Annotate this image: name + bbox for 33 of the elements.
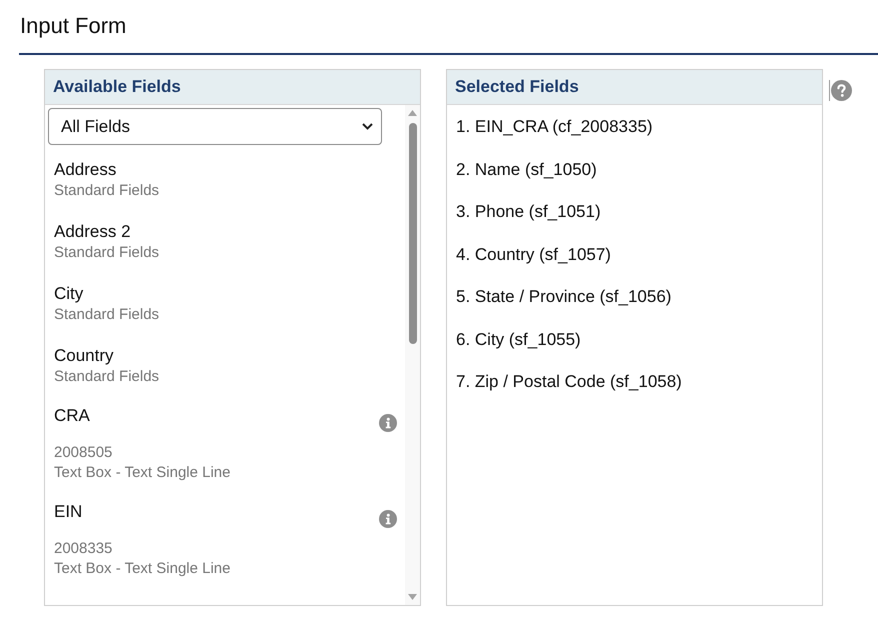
- scroll-down-icon[interactable]: [408, 594, 417, 600]
- selected-field[interactable]: 6. City (sf_1055): [456, 328, 581, 351]
- field-name[interactable]: City: [54, 283, 84, 305]
- field-category: Standard Fields: [54, 305, 160, 325]
- selected-field[interactable]: 2. Name (sf_1050): [456, 158, 597, 181]
- panel-title: Selected Fields: [455, 76, 579, 98]
- field-name[interactable]: Address 2: [54, 221, 131, 243]
- field-name[interactable]: Country: [54, 345, 114, 367]
- field-type: Text Box - Text Single Line: [54, 559, 230, 579]
- scroll-up-icon[interactable]: [408, 110, 417, 116]
- scrollbar-thumb[interactable]: [408, 123, 416, 344]
- field-category: Standard Fields: [54, 367, 160, 387]
- info-icon[interactable]: [379, 510, 397, 528]
- chevron-down-icon: [362, 123, 373, 130]
- page-title: Input Form: [20, 12, 126, 40]
- selected-field[interactable]: 3. Phone (sf_1051): [456, 201, 601, 224]
- field-name[interactable]: Address: [54, 159, 116, 181]
- field-name[interactable]: EIN: [54, 501, 82, 523]
- help-icon[interactable]: [831, 80, 852, 101]
- field-id: 2008505: [54, 443, 112, 463]
- filter-dropdown[interactable]: All Fields: [48, 108, 382, 145]
- selected-field[interactable]: 7. Zip / Postal Code (sf_1058): [456, 371, 682, 394]
- field-name[interactable]: CRA: [54, 405, 90, 427]
- info-icon[interactable]: [379, 414, 397, 432]
- panel-title: Available Fields: [53, 76, 181, 98]
- selected-field[interactable]: 4. Country (sf_1057): [456, 244, 611, 266]
- selected-field[interactable]: 1. EIN_CRA (cf_2008335): [456, 116, 653, 138]
- field-category: Standard Fields: [54, 243, 160, 263]
- field-id: 2008335: [54, 539, 112, 559]
- scrollbar[interactable]: [405, 105, 420, 605]
- field-category: Standard Fields: [54, 181, 160, 201]
- selected-field[interactable]: 5. State / Province (sf_1056): [456, 286, 672, 308]
- field-type: Text Box - Text Single Line: [54, 463, 230, 483]
